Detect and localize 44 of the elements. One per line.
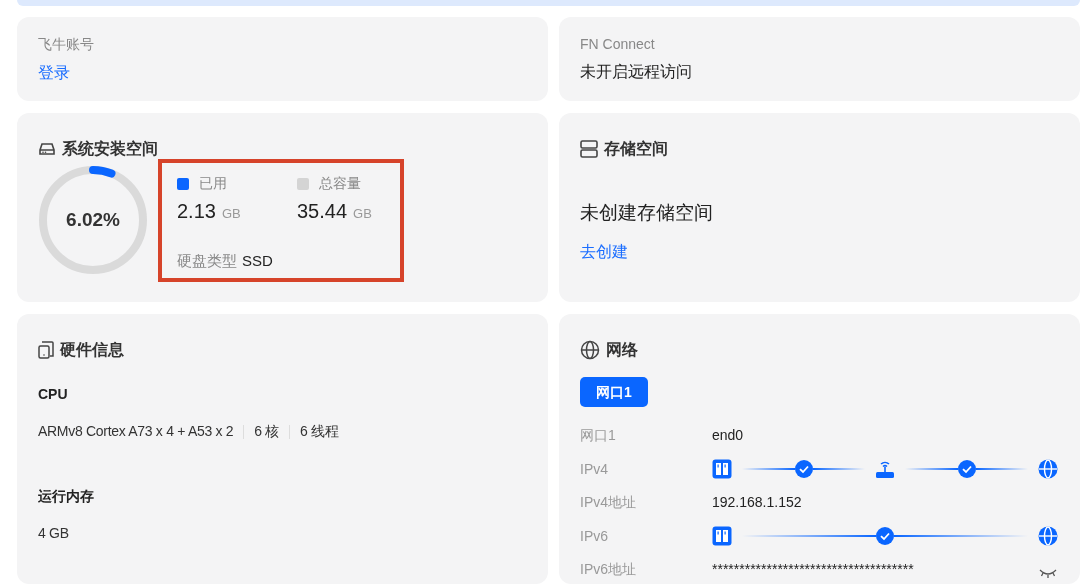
router-icon: [875, 459, 895, 480]
hidden-eye-icon: [1039, 567, 1057, 580]
disk-type-label: 硬盘类型: [177, 251, 237, 271]
storage-icon: [580, 140, 598, 158]
usage-percent: 6.02%: [66, 207, 120, 232]
stat-value: 35.44: [297, 199, 348, 224]
globe-icon: [1038, 526, 1058, 547]
field-label: IPv4: [580, 459, 609, 479]
empty-message: 未创建存储空间: [580, 201, 714, 225]
stat-unit: GB: [221, 205, 241, 223]
globe-icon: [1038, 459, 1058, 480]
spec-value: 4 GB: [38, 524, 69, 543]
field-label: IPv4地址: [580, 493, 637, 513]
field-value: end0: [712, 426, 744, 446]
spec-value: 6 核: [254, 422, 280, 441]
login-link[interactable]: 登录: [38, 61, 70, 85]
field-label: IPv6: [580, 526, 609, 546]
account-label: 飞牛账号: [38, 35, 95, 54]
drive-icon: [38, 141, 56, 157]
nas-icon: [712, 459, 732, 480]
connect-status: 未开启远程访问: [580, 62, 693, 82]
card-title: 存储空间: [604, 139, 668, 159]
globe-icon: [580, 340, 600, 360]
card-title: 系统安装空间: [62, 139, 158, 159]
disk-type-value: SSD: [242, 251, 273, 271]
card-title: 网络: [606, 340, 638, 360]
masked-value: *************************************: [712, 560, 914, 580]
legend-label: 已用: [199, 174, 227, 193]
device-icon: [38, 341, 54, 359]
section-heading: CPU: [38, 385, 69, 404]
spec-value: ARMv8 Cortex A73 x 4 + A53 x 2: [38, 422, 234, 441]
card-title: 硬件信息: [60, 340, 124, 360]
legend-label: 总容量: [319, 174, 361, 193]
port-tab[interactable]: 网口1: [580, 377, 648, 407]
section-heading: 运行内存: [38, 487, 95, 506]
field-label: 网口1: [580, 426, 617, 446]
create-link[interactable]: 去创建: [580, 239, 628, 264]
field-label: IPv6地址: [580, 560, 637, 580]
connect-label: FN Connect: [580, 35, 656, 54]
field-value: 192.168.1.152: [712, 493, 802, 513]
spec-value: 6 线程: [300, 422, 339, 441]
stat-unit: GB: [353, 205, 372, 223]
stat-value: 2.13: [177, 199, 216, 224]
nas-icon: [712, 526, 732, 547]
